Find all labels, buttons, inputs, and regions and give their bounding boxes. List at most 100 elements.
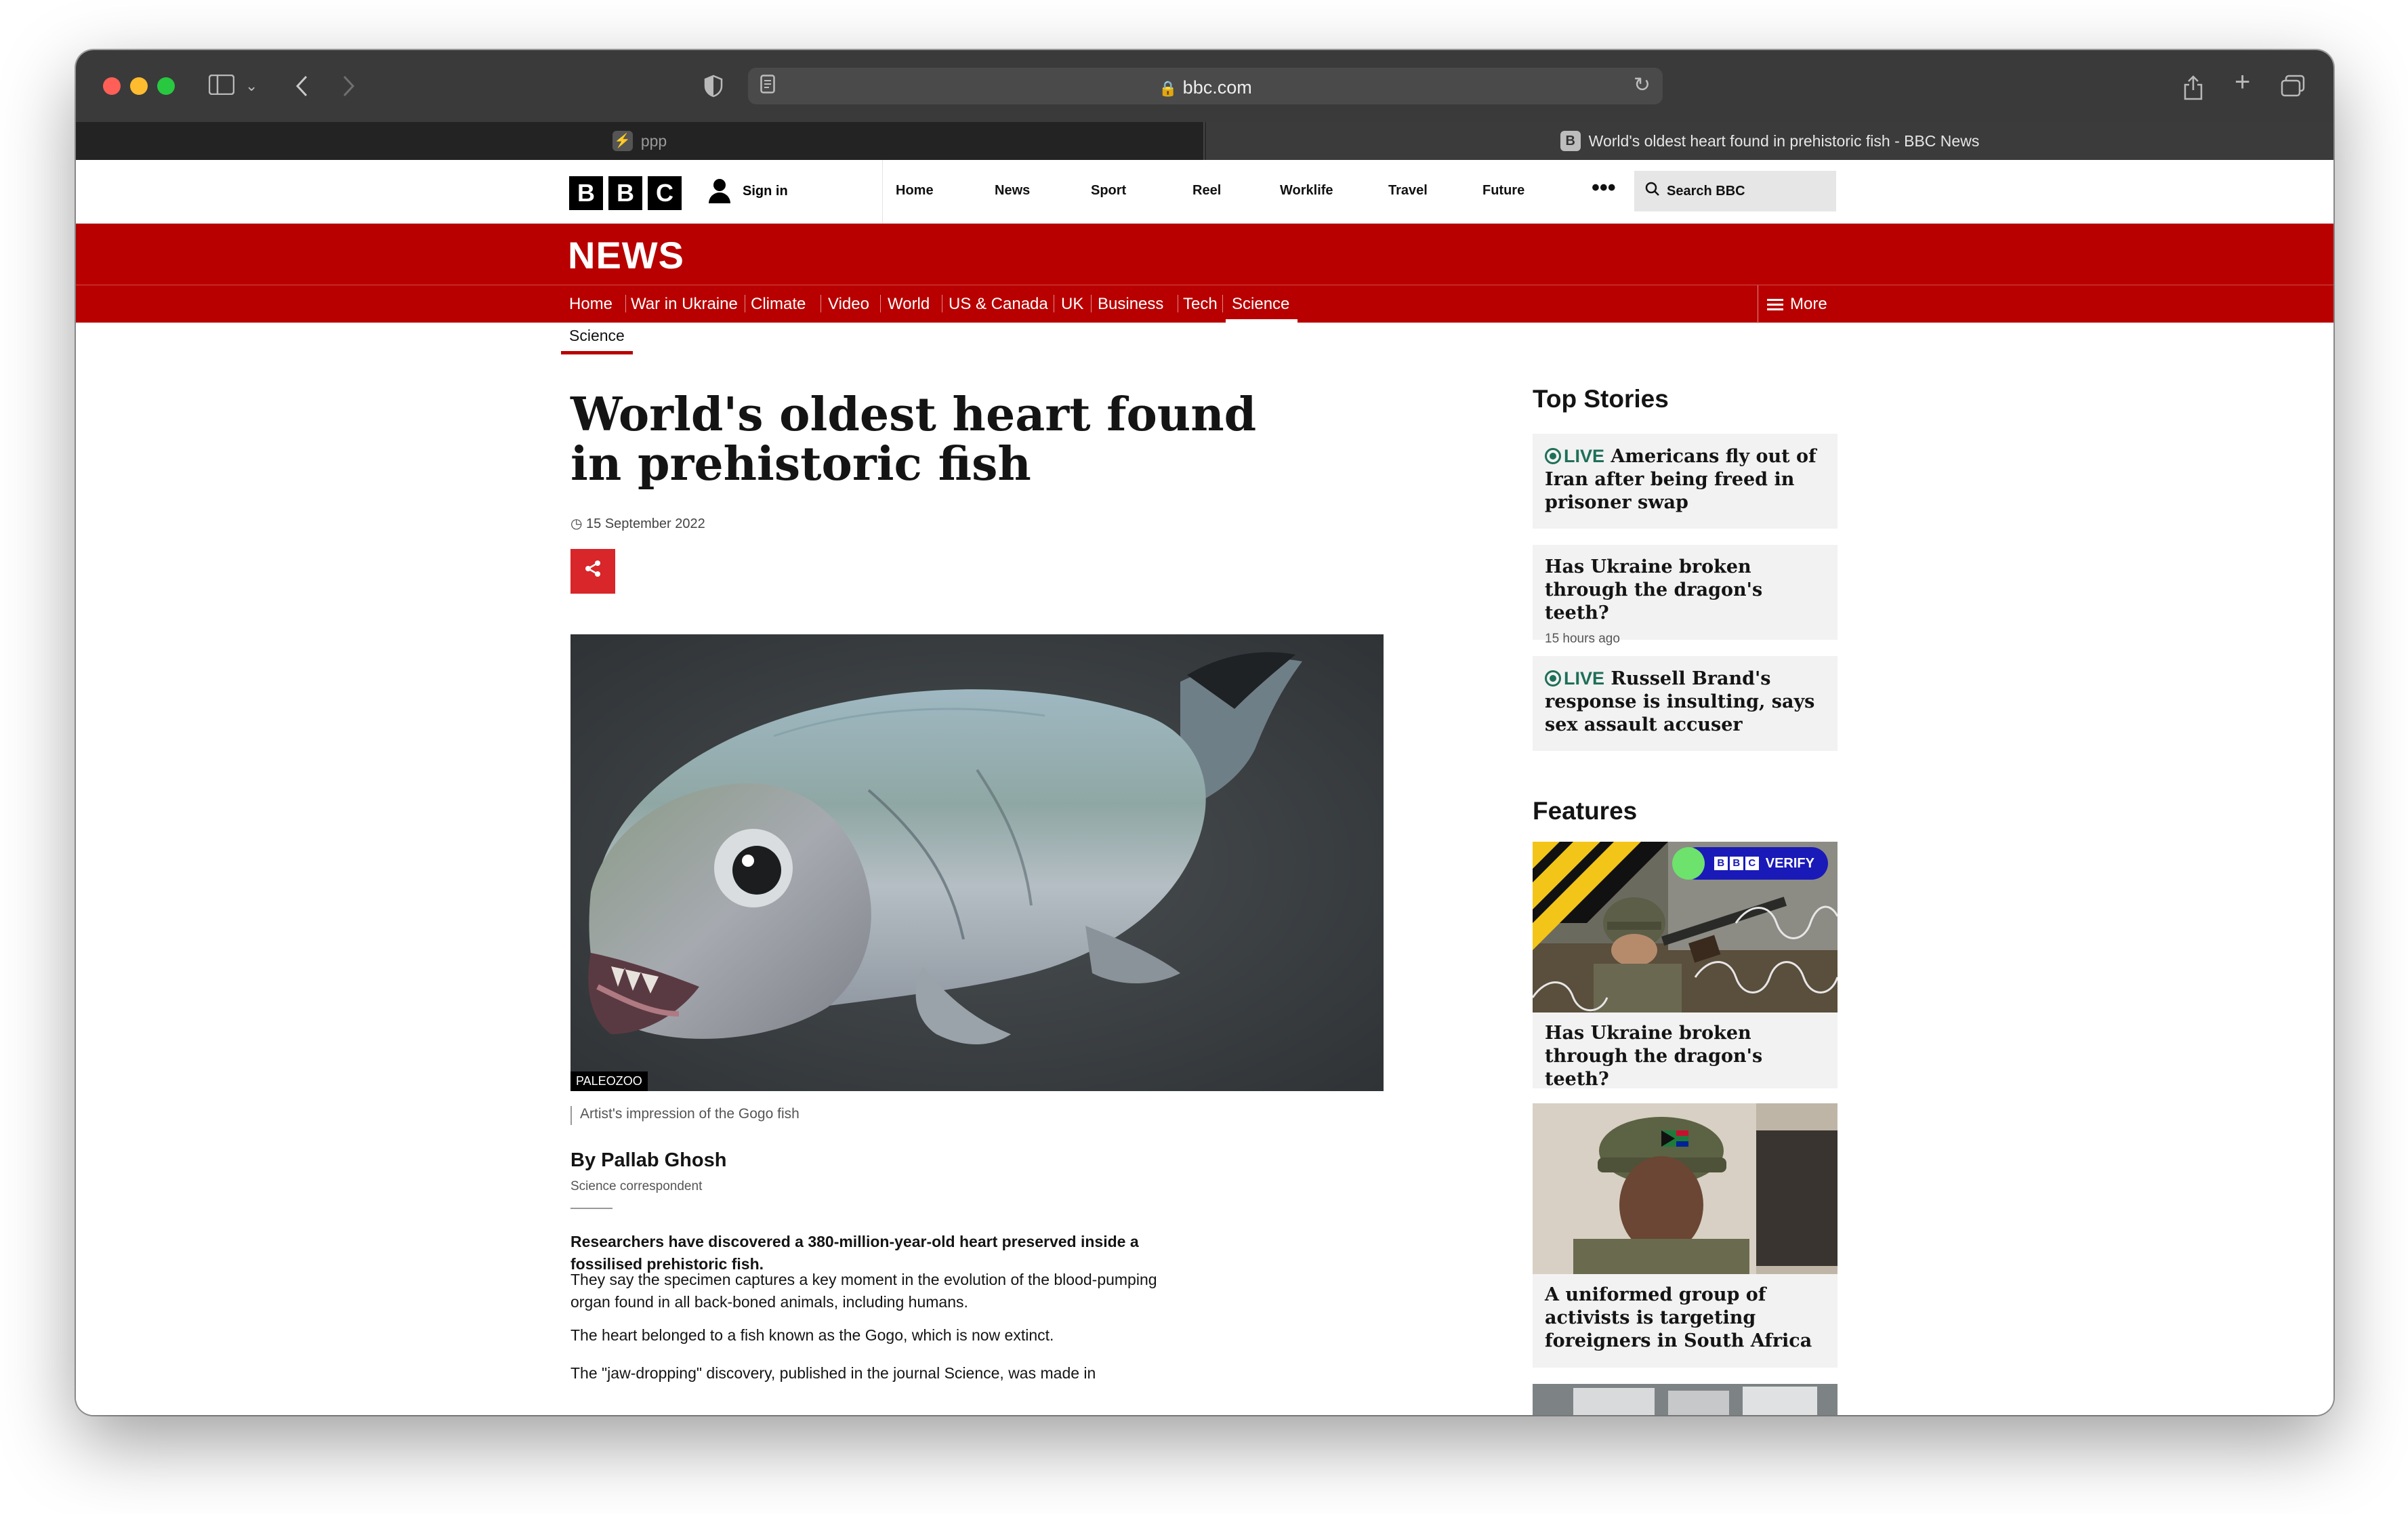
search-bbc-button[interactable]: Search BBC <box>1634 171 1836 211</box>
feature-title: Has Ukraine broken through the dragon's … <box>1545 1023 1763 1090</box>
active-section-indicator <box>1226 319 1298 323</box>
more-label: More <box>1790 295 1827 313</box>
section-climate[interactable]: Climate <box>751 295 806 314</box>
article-hero-image: PALEOZOO <box>570 634 1384 1091</box>
feature-image-soldier: BBC VERIFY <box>1533 842 1838 1012</box>
author-role: Science correspondent <box>570 1179 703 1193</box>
sign-in-label: Sign in <box>743 183 788 199</box>
tab-label: ppp <box>640 131 667 150</box>
sign-in-link[interactable]: Sign in <box>706 178 788 205</box>
url-text: bbc.com <box>1182 77 1252 98</box>
feature-image-activist <box>1533 1103 1838 1274</box>
topnav-sport[interactable]: Sport <box>1091 183 1126 199</box>
article-paragraph: The heart belonged to a fish known as th… <box>570 1326 1054 1344</box>
feature-card[interactable]: A uniformed group of activists is target… <box>1533 1103 1838 1368</box>
browser-window: ⌄ 🔒 bbc.com ↻ + ⚡ ppp B World's oldest h… <box>76 50 2333 1415</box>
bbc-verify-badge: BBC VERIFY <box>1672 847 1828 880</box>
clock-icon: ◷ <box>570 516 583 531</box>
live-label: LIVE <box>1564 668 1605 689</box>
lock-icon: 🔒 <box>1159 80 1178 97</box>
topnav-future[interactable]: Future <box>1482 183 1524 199</box>
search-icon <box>1645 182 1660 201</box>
sidebar-toggle-icon[interactable] <box>208 74 235 99</box>
user-icon <box>706 178 733 205</box>
top-stories-heading: Top Stories <box>1533 385 1669 413</box>
news-banner: NEWS <box>76 224 2333 285</box>
author-byline: By Pallab Ghosh <box>570 1149 727 1171</box>
minimize-window-button[interactable] <box>130 77 148 95</box>
article-headline: World's oldest heart found in prehistori… <box>570 388 1257 491</box>
tab-bbc-article[interactable]: B World's oldest heart found in prehisto… <box>1206 122 2333 160</box>
url-display[interactable]: 🔒 bbc.com <box>748 77 1663 98</box>
page-viewport: B B C Sign in Home News Sport Reel Workl… <box>76 160 2333 1415</box>
top-story-item[interactable]: LIVE Russell Brand's response is insulti… <box>1533 656 1838 751</box>
bbc-mini-logo: BBC <box>1714 857 1759 870</box>
story-title: Has Ukraine broken through the dragon's … <box>1545 556 1763 623</box>
bbc-logo[interactable]: B B C <box>569 176 682 210</box>
top-story-item[interactable]: Has Ukraine broken through the dragon's … <box>1533 545 1838 646</box>
date-text: 15 September 2022 <box>586 516 705 531</box>
section-science[interactable]: Science <box>1232 295 1289 314</box>
live-icon <box>1545 448 1561 464</box>
topnav-worklife[interactable]: Worklife <box>1280 183 1333 199</box>
section-war-in-ukraine[interactable]: War in Ukraine <box>631 295 738 314</box>
bbc-header: B B C Sign in Home News Sport Reel Workl… <box>76 160 2333 224</box>
more-sections-button[interactable]: More <box>1767 295 1827 314</box>
maximize-window-button[interactable] <box>157 77 175 95</box>
live-icon <box>1545 670 1561 687</box>
section-uk[interactable]: UK <box>1061 295 1083 314</box>
feature-image-partial <box>1533 1384 1838 1415</box>
feature-card[interactable]: BBC VERIFY Has Ukraine broken through th… <box>1533 842 1838 1090</box>
topnav-home[interactable]: Home <box>896 183 934 199</box>
section-business[interactable]: Business <box>1098 295 1163 314</box>
reload-icon[interactable]: ↻ <box>1634 73 1651 97</box>
section-home[interactable]: Home <box>569 295 613 314</box>
subsection-underline <box>561 351 633 354</box>
search-label: Search BBC <box>1667 183 1745 199</box>
news-title[interactable]: NEWS <box>568 233 684 277</box>
bbc-favicon-icon: B <box>1560 131 1581 151</box>
share-icon <box>584 560 602 582</box>
image-caption: Artist's impression of the Gogo fish <box>570 1106 800 1125</box>
logo-letter: C <box>648 176 682 210</box>
section-tech[interactable]: Tech <box>1183 295 1218 314</box>
article-paragraph: The "jaw-dropping" discovery, published … <box>570 1364 1096 1382</box>
story-timestamp: 15 hours ago <box>1545 632 1620 646</box>
address-bar[interactable]: 🔒 bbc.com ↻ <box>748 68 1663 104</box>
feature-title: A uniformed group of activists is target… <box>1545 1284 1812 1351</box>
browser-toolbar: ⌄ 🔒 bbc.com ↻ + <box>76 50 2333 122</box>
privacy-shield-icon[interactable] <box>703 75 724 102</box>
forward-icon[interactable] <box>341 75 356 102</box>
article-date: ◷ 15 September 2022 <box>570 515 705 532</box>
byline-divider <box>570 1208 613 1209</box>
share-icon[interactable] <box>2183 75 2203 104</box>
section-world[interactable]: World <box>888 295 930 314</box>
tab-ppp[interactable]: ⚡ ppp <box>76 122 1205 160</box>
logo-letter: B <box>608 176 642 210</box>
image-credit: PALEOZOO <box>570 1071 648 1091</box>
hamburger-icon <box>1767 296 1783 313</box>
more-menu-icon[interactable]: ••• <box>1592 175 1616 201</box>
close-window-button[interactable] <box>103 77 121 95</box>
gogo-fish-illustration <box>570 634 1384 1091</box>
feature-card-partial[interactable] <box>1533 1384 1838 1415</box>
subsection-link[interactable]: Science <box>569 327 625 345</box>
topnav-news[interactable]: News <box>995 183 1030 199</box>
verify-label: VERIFY <box>1765 855 1814 871</box>
top-story-item[interactable]: LIVE Americans fly out of Iran after bei… <box>1533 434 1838 529</box>
new-tab-icon[interactable]: + <box>2235 68 2250 96</box>
section-video[interactable]: Video <box>828 295 869 314</box>
live-label: LIVE <box>1564 446 1605 466</box>
chevron-down-icon[interactable]: ⌄ <box>245 75 257 98</box>
back-icon[interactable] <box>294 75 309 102</box>
topnav-travel[interactable]: Travel <box>1388 183 1428 199</box>
bolt-icon: ⚡ <box>612 131 633 151</box>
features-heading: Features <box>1533 797 1638 825</box>
logo-letter: B <box>569 176 603 210</box>
tab-label: World's oldest heart found in prehistori… <box>1588 131 1980 150</box>
section-us-canada[interactable]: US & Canada <box>949 295 1048 314</box>
topnav-reel[interactable]: Reel <box>1192 183 1221 199</box>
share-button[interactable] <box>570 549 615 594</box>
tab-overview-icon[interactable] <box>2281 75 2305 102</box>
article-paragraph: They say the specimen captures a key mom… <box>570 1271 1157 1311</box>
